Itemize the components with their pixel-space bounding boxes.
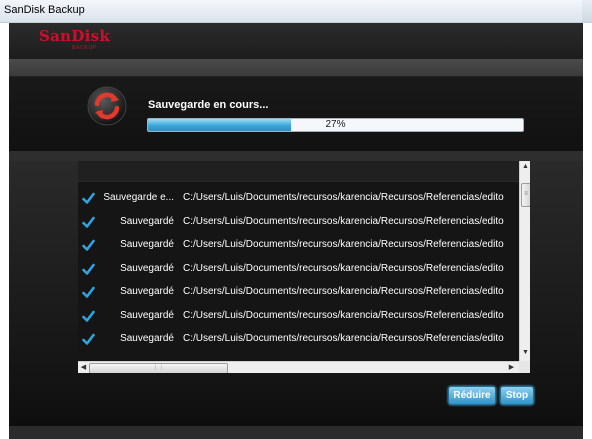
checkmark-icon: [82, 239, 95, 251]
checkmark-icon: [82, 192, 95, 204]
progress-bar: 27%: [147, 118, 524, 132]
reduce-button[interactable]: Réduire: [448, 386, 496, 405]
sandisk-logo: SanDisk: [39, 27, 111, 45]
scroll-down-icon[interactable]: ▼: [520, 347, 530, 358]
sync-icon: [87, 86, 127, 126]
checkmark-icon: [82, 310, 95, 322]
row-status: Sauvegardé: [120, 286, 174, 297]
app-window: SanDisk BACKUP Sauvegarde en cours... 27…: [9, 23, 583, 439]
scroll-corner: [519, 361, 530, 373]
row-path: C:/Users/Luis/Documents/recursos/karenci…: [183, 215, 504, 227]
horizontal-scroll-thumb[interactable]: ⋮⋮: [89, 363, 228, 373]
row-status: Sauvegarde e...: [103, 192, 174, 203]
file-list-row[interactable]: Sauvegardé C:/Users/Luis/Documents/recurs…: [78, 234, 519, 258]
scroll-up-icon[interactable]: ▲: [520, 161, 530, 172]
toolbar-band: [9, 59, 583, 77]
file-list-row[interactable]: Sauvegardé C:/Users/Luis/Documents/recurs…: [78, 281, 519, 305]
bottom-band: [9, 426, 583, 439]
backup-status-text: Sauvegarde en cours...: [148, 99, 269, 111]
vertical-scroll-thumb[interactable]: ≡: [521, 183, 530, 207]
content-area: Sauvegarde e... C:/Users/Luis/Documents/r…: [9, 161, 583, 439]
row-status: Sauvegardé: [120, 239, 174, 250]
window-title: SanDisk Backup: [4, 4, 85, 16]
row-status: Sauvegardé: [120, 215, 174, 227]
checkmark-icon: [82, 216, 95, 228]
vertical-scrollbar[interactable]: ▲ ≡ ▼: [519, 161, 530, 361]
row-status: Sauvegardé: [120, 333, 174, 344]
file-list-row[interactable]: Sauvegardé C:/Users/Luis/Documents/recurs…: [78, 305, 519, 329]
file-list-row[interactable]: Sauvegardé C:/Users/Luis/Documents/recurs…: [78, 328, 519, 352]
list-header: [78, 161, 519, 182]
app-header: SanDisk BACKUP: [9, 23, 583, 59]
checkmark-icon: [82, 333, 95, 345]
scroll-left-icon[interactable]: ◀: [78, 362, 89, 373]
row-path: C:/Users/Luis/Documents/recursos/karenci…: [183, 309, 504, 321]
stop-button[interactable]: Stop: [500, 386, 534, 405]
checkmark-icon: [82, 286, 95, 298]
progress-percent: 27%: [325, 119, 346, 130]
file-list-row[interactable]: Sauvegardé C:/Users/Luis/Documents/recurs…: [78, 258, 519, 282]
scroll-right-icon[interactable]: ▶: [506, 362, 517, 373]
row-path: C:/Users/Luis/Documents/recursos/karenci…: [183, 239, 504, 250]
horizontal-scrollbar[interactable]: ◀ ⋮⋮ ▶: [78, 361, 519, 373]
window-title-bar[interactable]: SanDisk Backup: [0, 0, 592, 23]
row-path: C:/Users/Luis/Documents/recursos/karenci…: [183, 286, 504, 297]
row-status: Sauvegardé: [120, 309, 174, 321]
row-path: C:/Users/Luis/Documents/recursos/karenci…: [183, 192, 504, 203]
row-status: Sauvegardé: [120, 262, 174, 274]
sandisk-logo-sub: BACKUP: [72, 45, 97, 51]
file-list-row[interactable]: Sauvegardé C:/Users/Luis/Documents/recurs…: [78, 211, 519, 235]
row-path: C:/Users/Luis/Documents/recursos/karenci…: [183, 333, 504, 344]
file-list-row[interactable]: Sauvegarde e... C:/Users/Luis/Documents/r…: [78, 187, 519, 211]
window-edge: [582, 0, 592, 22]
row-path: C:/Users/Luis/Documents/recursos/karenci…: [183, 262, 504, 274]
file-list-rows: Sauvegarde e... C:/Users/Luis/Documents/r…: [78, 187, 519, 352]
checkmark-icon: [82, 263, 95, 275]
progress-area: Sauvegarde en cours... 27%: [9, 77, 583, 162]
separator-band: [9, 151, 583, 161]
file-list[interactable]: Sauvegarde e... C:/Users/Luis/Documents/r…: [78, 161, 530, 373]
